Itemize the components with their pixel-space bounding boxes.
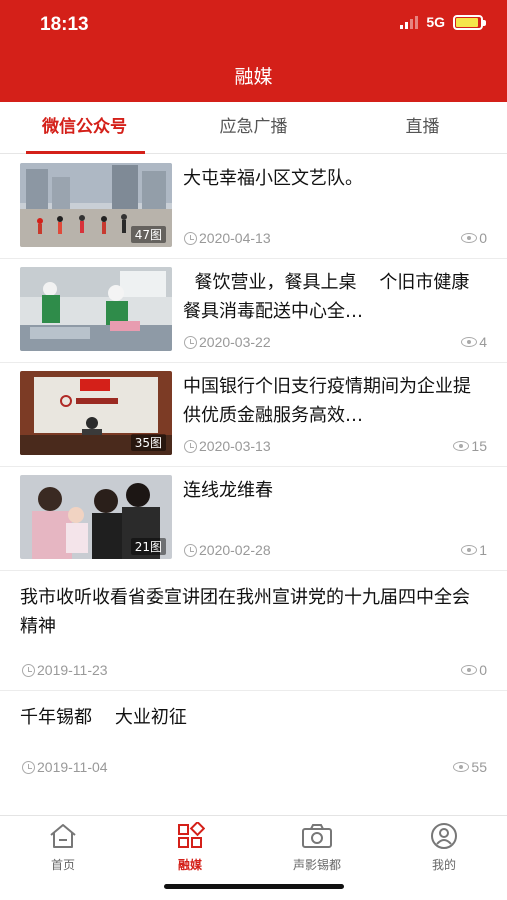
article-views: 4 — [461, 334, 487, 350]
clock-icon — [184, 439, 197, 453]
eye-icon — [461, 665, 478, 675]
clock-icon — [184, 543, 197, 557]
grid-icon — [178, 820, 206, 848]
page-title: 融媒 — [234, 66, 273, 88]
article-date-text: 2019-11-04 — [37, 759, 108, 775]
article-title: 大屯幸福小区文艺队。 — [183, 168, 363, 189]
bottom-nav-profile[interactable]: 我的 — [399, 822, 489, 873]
tab-label: 微信公众号 — [42, 117, 127, 137]
article-date: 2019-11-23 — [22, 662, 108, 678]
bottom-nav-home[interactable]: 首页 — [18, 822, 108, 873]
eye-icon — [453, 762, 470, 772]
article-date-text: 2020-03-22 — [199, 334, 271, 350]
article-title: 餐饮营业，餐具上桌 个旧市健康餐具消毒配送中心全… — [183, 272, 470, 322]
article-date-text: 2020-04-13 — [199, 230, 271, 246]
article-date: 2020-04-13 — [184, 230, 271, 246]
article-views-count: 1 — [479, 542, 487, 558]
eye-icon — [461, 233, 478, 243]
eye-icon — [461, 545, 478, 555]
article-views-count: 0 — [479, 662, 487, 678]
bottom-nav-label: 我的 — [431, 858, 456, 872]
bottom-nav-media[interactable]: 融媒 — [145, 820, 235, 873]
article-title: 中国银行个旧支行疫情期间为企业提供优质金融服务高效… — [183, 376, 471, 426]
article-date: 2020-03-13 — [184, 438, 271, 454]
article-views: 15 — [453, 438, 487, 454]
user-icon — [431, 823, 457, 849]
tab-wechat[interactable]: 微信公众号 — [0, 102, 169, 154]
article-item[interactable]: 我市收听收看省委宣讲团在我州宣讲党的十九届四中全会精神 2019-11-23 0 — [0, 571, 507, 691]
eye-icon — [453, 441, 470, 451]
status-time: 18:13 — [40, 14, 89, 35]
article-item[interactable]: 21图 连线龙维春 2020-02-28 1 — [0, 467, 507, 571]
article-date-text: 2020-03-13 — [199, 438, 271, 454]
signal-icon — [400, 15, 419, 29]
article-item[interactable]: 千年锡都 大业初征 2019-11-04 55 — [0, 691, 507, 787]
article-title: 连线龙维春 — [183, 480, 273, 501]
article-thumbnail: 21图 — [20, 475, 172, 559]
eye-icon — [461, 337, 478, 347]
image-count-badge: 21图 — [130, 538, 166, 555]
article-thumbnail: 47图 — [20, 163, 172, 247]
tab-label: 应急广播 — [219, 117, 288, 137]
home-icon — [50, 824, 76, 848]
active-tab-indicator — [26, 151, 145, 154]
tab-emergency-broadcast[interactable]: 应急广播 — [169, 102, 338, 153]
image-count-badge: 47图 — [130, 226, 166, 243]
bottom-nav-label: 首页 — [50, 858, 75, 872]
article-date: 2019-11-04 — [22, 759, 108, 775]
bottom-nav-label: 声影锡都 — [292, 858, 341, 872]
article-views-count: 55 — [471, 759, 487, 775]
network-label: 5G — [426, 14, 445, 30]
article-thumbnail — [20, 267, 172, 351]
article-date-text: 2019-11-23 — [37, 662, 108, 678]
article-thumbnail: 35图 — [20, 371, 172, 455]
article-title: 千年锡都 大业初征 — [20, 707, 187, 728]
battery-icon — [453, 14, 486, 30]
clock-icon — [184, 335, 197, 349]
article-views: 1 — [461, 542, 487, 558]
article-list: 47图 大屯幸福小区文艺队。 2020-04-13 0 餐饮营业，餐具上桌 个旧… — [0, 155, 507, 787]
article-views: 0 — [461, 662, 487, 678]
clock-icon — [22, 760, 35, 774]
article-date-text: 2020-02-28 — [199, 542, 271, 558]
article-item[interactable]: 35图 中国银行个旧支行疫情期间为企业提供优质金融服务高效… 2020-03-1… — [0, 363, 507, 467]
status-bar: 18:13 5G — [0, 0, 507, 52]
clock-icon — [22, 663, 35, 677]
status-indicators: 5G — [400, 14, 486, 30]
tab-label: 直播 — [405, 117, 440, 137]
bottom-nav-label: 融媒 — [177, 858, 202, 872]
article-views: 0 — [461, 230, 487, 246]
article-views-count: 4 — [479, 334, 487, 350]
article-views-count: 15 — [471, 438, 487, 454]
home-indicator — [164, 884, 344, 889]
article-item[interactable]: 47图 大屯幸福小区文艺队。 2020-04-13 0 — [0, 155, 507, 259]
article-item[interactable]: 餐饮营业，餐具上桌 个旧市健康餐具消毒配送中心全… 2020-03-22 4 — [0, 259, 507, 363]
article-date: 2020-02-28 — [184, 542, 271, 558]
image-count-badge: 35图 — [130, 434, 166, 451]
bottom-nav-video[interactable]: 声影锡都 — [272, 822, 362, 873]
article-title: 我市收听收看省委宣讲团在我州宣讲党的十九届四中全会精神 — [20, 587, 470, 637]
tab-bar: 微信公众号 应急广播 直播 — [0, 102, 507, 154]
tab-live[interactable]: 直播 — [338, 102, 507, 153]
article-views: 55 — [453, 759, 487, 775]
camera-icon — [302, 824, 332, 848]
clock-icon — [184, 231, 197, 245]
article-date: 2020-03-22 — [184, 334, 271, 350]
article-views-count: 0 — [479, 230, 487, 246]
nav-bar: 融媒 — [0, 52, 507, 102]
